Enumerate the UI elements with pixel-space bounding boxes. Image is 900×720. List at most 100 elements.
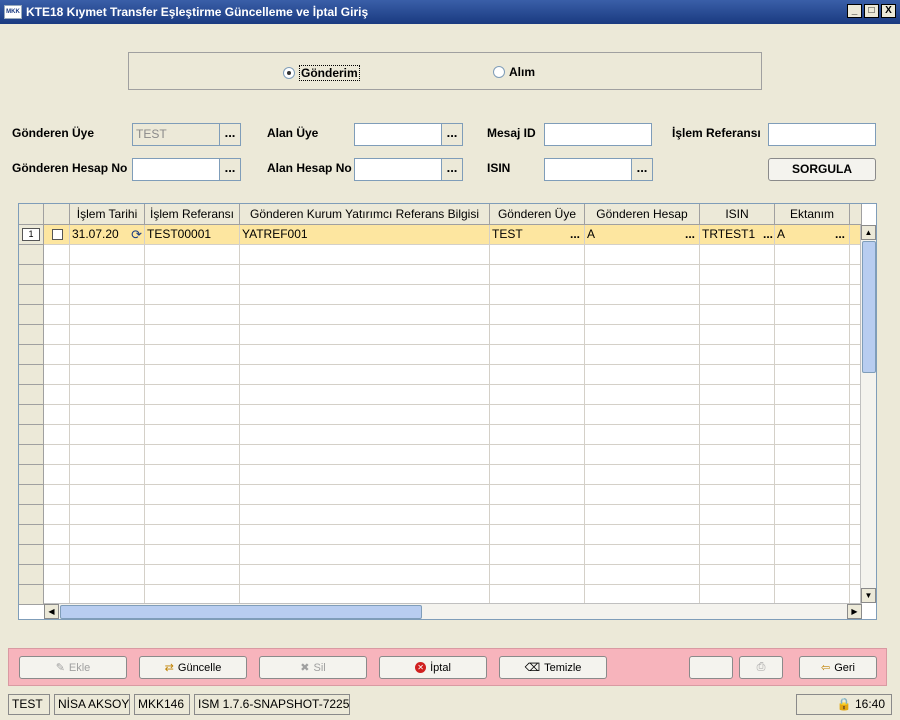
table-cell[interactable] [145,525,240,545]
table-cell[interactable] [145,485,240,505]
row-header[interactable] [19,585,44,605]
table-cell[interactable] [700,385,775,405]
table-cell[interactable] [700,305,775,325]
table-cell[interactable] [700,405,775,425]
table-cell[interactable] [490,245,585,265]
ekle-button[interactable]: ✎ Ekle [19,656,127,679]
cell-gonderen-uye[interactable]: TEST ... [490,225,585,245]
table-cell[interactable] [240,345,490,365]
column-header-islem-referansi[interactable]: İşlem Referansı [145,204,240,225]
scroll-left-button[interactable]: ◀ [44,604,59,619]
table-cell[interactable] [775,305,850,325]
column-header-ektanim[interactable]: Ektanım [775,204,850,225]
table-cell[interactable] [775,505,850,525]
row-header[interactable] [19,345,44,365]
radio-gonderim[interactable]: Gönderim [283,65,360,81]
table-cell[interactable] [44,385,70,405]
table-cell[interactable] [240,525,490,545]
table-cell[interactable] [585,325,700,345]
table-cell[interactable] [240,405,490,425]
close-button[interactable]: X [881,4,896,18]
row-header[interactable] [19,425,44,445]
table-cell[interactable] [775,485,850,505]
table-cell[interactable] [240,445,490,465]
row-header[interactable] [19,485,44,505]
temizle-button[interactable]: ⌫ Temizle [499,656,607,679]
table-cell[interactable] [700,505,775,525]
table-cell[interactable] [490,325,585,345]
table-cell[interactable] [700,565,775,585]
table-cell[interactable] [44,505,70,525]
table-cell[interactable] [490,525,585,545]
row-header[interactable] [19,305,44,325]
table-cell[interactable] [490,505,585,525]
cell-islem-referansi[interactable]: TEST00001 [145,225,240,245]
table-cell[interactable] [490,265,585,285]
table-cell[interactable] [490,545,585,565]
cell-islem-tarihi[interactable]: 31.07.20 ⟳ [70,225,145,245]
table-cell[interactable] [240,245,490,265]
table-cell[interactable] [145,305,240,325]
table-cell[interactable] [44,465,70,485]
gonderen-hesap-no-field[interactable] [132,158,220,181]
table-cell[interactable] [585,365,700,385]
gonderen-uye-field[interactable]: TEST [132,123,220,146]
table-cell[interactable] [585,485,700,505]
table-cell[interactable] [585,585,700,605]
table-cell[interactable] [145,245,240,265]
table-cell[interactable] [700,365,775,385]
row-header[interactable] [19,565,44,585]
row-select-cell[interactable] [44,225,70,245]
table-cell[interactable] [585,545,700,565]
radio-gonderim-label[interactable]: Gönderim [299,65,360,81]
row-header[interactable] [19,325,44,345]
table-cell[interactable] [44,305,70,325]
table-cell[interactable] [70,365,145,385]
gonderen-uye-lookup-button[interactable]: ... [219,123,241,146]
cell-isin[interactable]: TRTEST1 ... [700,225,775,245]
horizontal-scrollbar[interactable]: ◀ ▶ [44,603,862,619]
alan-uye-lookup-button[interactable]: ... [441,123,463,146]
table-cell[interactable] [145,445,240,465]
table-cell[interactable] [44,545,70,565]
table-cell[interactable] [44,325,70,345]
scroll-right-button[interactable]: ▶ [847,604,862,619]
row-header[interactable] [19,545,44,565]
table-cell[interactable] [700,485,775,505]
table-cell[interactable] [490,465,585,485]
table-cell[interactable] [44,245,70,265]
row-header[interactable] [19,405,44,425]
table-cell[interactable] [775,405,850,425]
table-cell[interactable] [240,305,490,325]
table-cell[interactable] [70,585,145,605]
table-cell[interactable] [490,345,585,365]
table-cell[interactable] [240,285,490,305]
cell-lookup-button[interactable]: ... [763,225,773,244]
table-cell[interactable] [145,565,240,585]
alan-hesap-no-field[interactable] [354,158,442,181]
table-cell[interactable] [775,345,850,365]
table-cell[interactable] [585,245,700,265]
column-header-gonderen-uye[interactable]: Gönderen Üye [490,204,585,225]
table-cell[interactable] [44,585,70,605]
table-cell[interactable] [775,545,850,565]
table-cell[interactable] [70,285,145,305]
row-header[interactable] [19,505,44,525]
table-cell[interactable] [70,305,145,325]
row-checkbox[interactable] [52,229,63,240]
blank-button[interactable] [689,656,733,679]
table-cell[interactable] [490,385,585,405]
row-header[interactable] [19,465,44,485]
table-cell[interactable] [70,465,145,485]
table-cell[interactable] [585,565,700,585]
table-cell[interactable] [70,245,145,265]
table-cell[interactable] [44,405,70,425]
table-cell[interactable] [700,285,775,305]
column-header-islem-tarihi[interactable]: İşlem Tarihi [70,204,145,225]
radio-alim-label[interactable]: Alım [509,65,535,79]
row-header[interactable] [19,445,44,465]
table-cell[interactable] [585,525,700,545]
table-cell[interactable] [775,385,850,405]
table-cell[interactable] [490,445,585,465]
vertical-scrollbar[interactable]: ▲ ▼ [860,225,876,603]
